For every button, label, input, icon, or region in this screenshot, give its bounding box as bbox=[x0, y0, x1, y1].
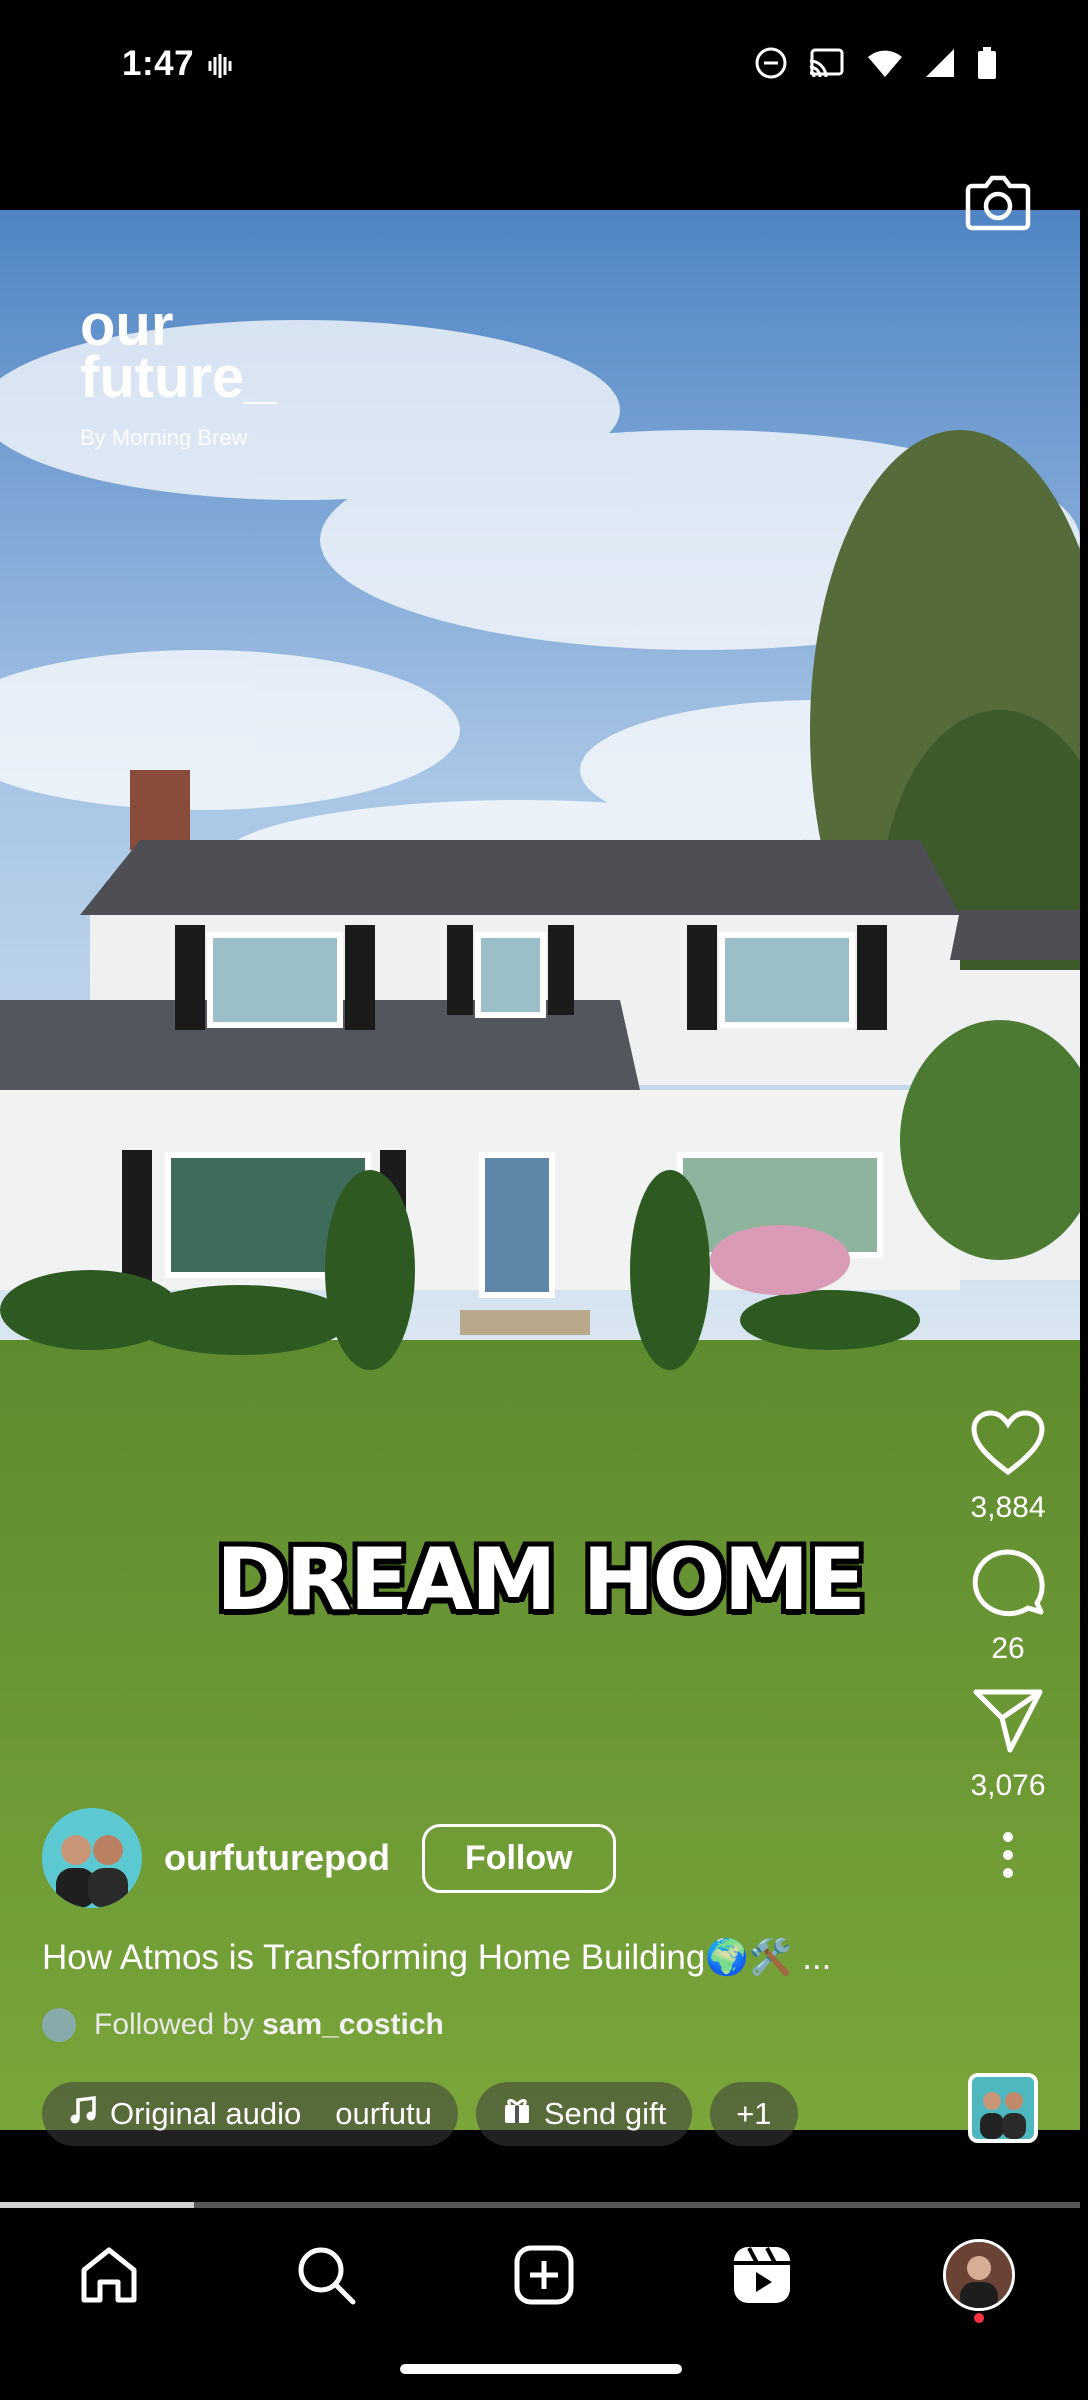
reels-icon bbox=[733, 2247, 790, 2303]
audio-chip[interactable]: Original audio ourfutu bbox=[42, 2082, 458, 2146]
home-indicator[interactable] bbox=[400, 2364, 682, 2374]
more-chips[interactable]: +1 bbox=[710, 2082, 798, 2146]
search-icon bbox=[298, 2247, 356, 2305]
author-username[interactable]: ourfuturepod bbox=[164, 1837, 390, 1879]
share-button[interactable] bbox=[948, 1688, 1068, 1759]
follower-avatar bbox=[42, 2008, 76, 2042]
send-icon bbox=[973, 1689, 1043, 1753]
chip-row: Original audio ourfutu Send gift +1 bbox=[42, 2082, 798, 2146]
comment-button[interactable] bbox=[948, 1547, 1068, 1622]
like-count: 3,884 bbox=[970, 1491, 1046, 1524]
share-count: 3,076 bbox=[970, 1769, 1046, 1802]
bottom-nav bbox=[0, 2210, 1088, 2340]
nav-search[interactable] bbox=[286, 2235, 366, 2315]
side-actions: 3,884 26 3,076 bbox=[948, 1410, 1068, 1885]
more-options-button[interactable] bbox=[948, 1825, 1068, 1885]
audio-source: ourfutu bbox=[335, 2096, 432, 2131]
camera-icon bbox=[965, 175, 1031, 231]
notification-dot bbox=[974, 2313, 985, 2323]
followed-by-row[interactable]: Followed by sam_costich bbox=[42, 2008, 444, 2042]
follow-button[interactable]: Follow bbox=[421, 1823, 616, 1893]
author-avatar[interactable] bbox=[42, 1808, 142, 1908]
battery-icon bbox=[976, 46, 998, 85]
nav-profile[interactable] bbox=[939, 2235, 1019, 2323]
gift-icon bbox=[502, 2095, 532, 2133]
comment-action: 26 bbox=[948, 1547, 1068, 1666]
video-overlay-text: DREAM HOME bbox=[216, 1530, 866, 1630]
logo-line-2: future_ bbox=[80, 345, 277, 410]
logo-byline: By Morning Brew bbox=[80, 425, 248, 450]
audio-label: Original audio bbox=[110, 2096, 302, 2131]
comment-icon bbox=[972, 1549, 1045, 1617]
followed-by-user: sam_costich bbox=[262, 2008, 444, 2041]
channel-logo: our future_ By Morning Brew bbox=[80, 297, 277, 464]
send-gift-label: Send gift bbox=[543, 2096, 667, 2131]
more-vertical-icon bbox=[1003, 1832, 1013, 1878]
status-icons bbox=[754, 46, 998, 85]
video-progress-fill bbox=[0, 2202, 195, 2208]
heart-icon bbox=[971, 1410, 1045, 1476]
signal-icon bbox=[924, 47, 956, 84]
wifi-icon bbox=[866, 47, 904, 84]
nav-home[interactable] bbox=[69, 2235, 149, 2315]
profile-avatar bbox=[943, 2239, 1016, 2311]
vibrate-icon bbox=[206, 52, 234, 85]
followed-by-prefix: Followed by bbox=[94, 2008, 255, 2041]
avatar-image bbox=[42, 1808, 142, 1908]
dnd-icon bbox=[754, 46, 788, 85]
audio-thumbnail[interactable] bbox=[968, 2073, 1038, 2143]
create-icon bbox=[514, 2245, 574, 2305]
status-bar: 1:47 bbox=[0, 0, 1088, 135]
music-note-icon bbox=[68, 2095, 98, 2133]
nav-reels[interactable] bbox=[722, 2235, 802, 2315]
home-icon bbox=[81, 2247, 137, 2303]
video-progress-bar[interactable] bbox=[0, 2202, 1080, 2208]
nav-create[interactable] bbox=[504, 2235, 584, 2315]
reel-caption[interactable]: How Atmos is Transforming Home Building🌍… bbox=[42, 1937, 831, 1978]
cast-icon bbox=[808, 47, 846, 84]
camera-button[interactable] bbox=[964, 170, 1032, 234]
author-row: ourfuturepod Follow bbox=[42, 1808, 616, 1908]
like-button[interactable] bbox=[948, 1410, 1068, 1481]
comment-count: 26 bbox=[991, 1632, 1025, 1665]
send-gift-chip[interactable]: Send gift bbox=[475, 2082, 693, 2146]
share-action: 3,076 bbox=[948, 1688, 1068, 1803]
status-time: 1:47 bbox=[122, 44, 195, 83]
like-action: 3,884 bbox=[948, 1410, 1068, 1525]
audio-cover-image bbox=[972, 2077, 1034, 2139]
